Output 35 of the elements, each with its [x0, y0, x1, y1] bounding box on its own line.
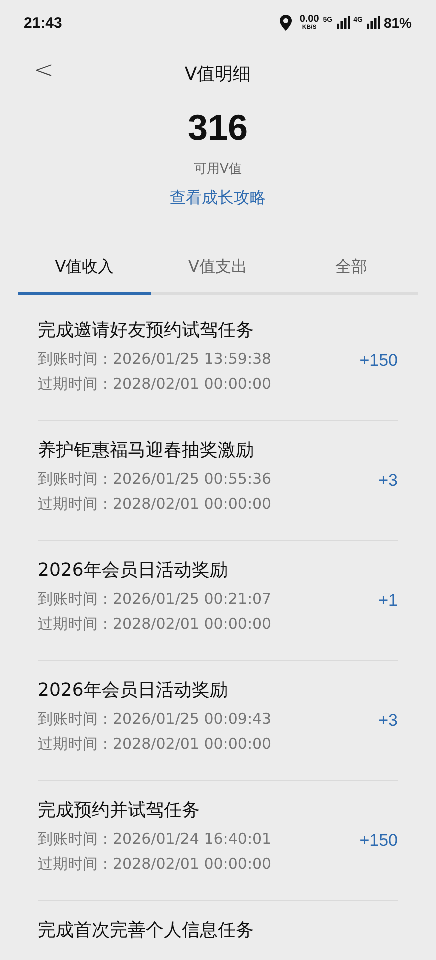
credited-time: 到账时间：2026/01/25 00:55:36 [38, 470, 272, 489]
credited-time: 到账时间：2026/01/25 00:21:07 [38, 590, 272, 609]
credited-time: 到账时间：2026/01/25 00:09:43 [38, 710, 272, 729]
record-title: 养护钜惠福马迎春抽奖激励 [38, 439, 255, 462]
location-icon [280, 15, 292, 31]
back-button[interactable]: < [28, 56, 60, 84]
signal-icon [336, 16, 350, 30]
page-title: V值明细 [184, 63, 252, 86]
expiry-time: 过期时间：2028/02/01 00:00:00 [38, 735, 272, 754]
expiry-time: 过期时间：2028/02/01 00:00:00 [38, 495, 272, 514]
network-speed: 0.00 [300, 15, 320, 25]
record-title: 完成首次完善个人信息任务 [38, 919, 254, 942]
points-amount: +150 [360, 830, 398, 850]
points-label: 可用V值 [194, 161, 242, 178]
record-title: 2026年会员日活动奖励 [38, 559, 229, 582]
record-title: 完成预约并试驾任务 [38, 799, 201, 822]
expiry-time: 过期时间：2028/02/01 00:00:00 [38, 855, 272, 874]
points-amount: +3 [378, 470, 398, 490]
growth-guide-link[interactable]: 查看成长攻略 [170, 188, 266, 209]
record-title: 2026年会员日活动奖励 [38, 679, 229, 702]
tab[interactable]: V值支出 [151, 247, 285, 295]
signal-icon [366, 16, 380, 30]
credited-time: 到账时间：2026/01/24 16:40:01 [38, 830, 272, 849]
expiry-time: 过期时间：2028/02/01 00:00:00 [38, 375, 272, 394]
battery-level: 81% [384, 15, 412, 31]
points-amount: +150 [360, 350, 398, 370]
points-value: 316 [188, 106, 248, 150]
tab[interactable]: 全部 [284, 247, 418, 295]
record-title: 完成邀请好友预约试驾任务 [38, 319, 255, 342]
points-amount: +1 [378, 590, 398, 610]
expiry-time: 过期时间：2028/02/01 00:00:00 [38, 615, 272, 634]
tab[interactable]: V值收入 [18, 247, 152, 295]
credited-time: 到账时间：2026/01/25 13:59:38 [38, 350, 272, 369]
status-time: 21:43 [24, 14, 62, 32]
points-amount: +3 [378, 710, 398, 730]
